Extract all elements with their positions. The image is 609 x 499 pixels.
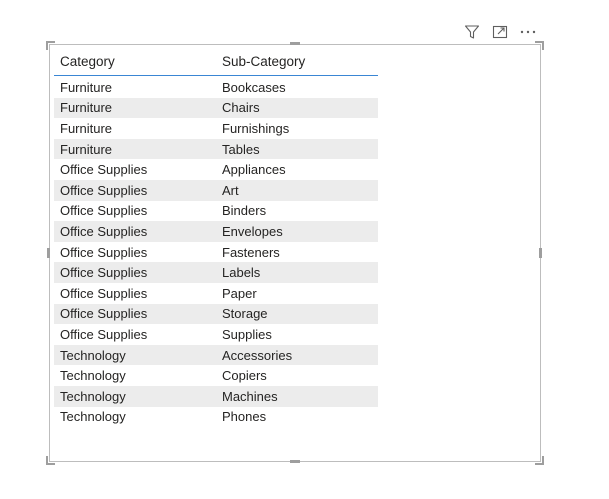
focus-mode-icon[interactable]: [490, 22, 510, 42]
data-table: Category Sub-Category Furniture Bookcases…: [54, 48, 378, 427]
table-row[interactable]: Office Supplies Binders: [54, 201, 378, 222]
filter-icon[interactable]: [462, 22, 482, 42]
table-row[interactable]: Office Supplies Supplies: [54, 324, 378, 345]
column-header-sub-category[interactable]: Sub-Category: [222, 54, 378, 69]
table-row[interactable]: Furniture Furnishings: [54, 118, 378, 139]
cell-category: Furniture: [60, 141, 113, 157]
cell-sub-category: Copiers: [222, 368, 267, 384]
table-row[interactable]: Furniture Tables: [54, 138, 378, 160]
visual-header: [460, 22, 542, 42]
cell-sub-category: Phones: [222, 409, 267, 425]
cell-category: Furniture: [60, 120, 113, 136]
cell-category: Technology: [60, 388, 126, 404]
table-row[interactable]: Office Supplies Envelopes: [54, 221, 378, 242]
more-options-icon[interactable]: [518, 22, 538, 42]
table-row[interactable]: Office Supplies Appliances: [54, 159, 378, 180]
cell-sub-category: Tables: [222, 141, 260, 157]
resize-handle-right[interactable]: [539, 248, 542, 258]
table-row[interactable]: Technology Machines: [54, 385, 378, 407]
cell-category: Office Supplies: [60, 223, 148, 239]
table-row[interactable]: Office Supplies Art: [54, 179, 378, 201]
cell-category: Technology: [60, 347, 126, 363]
table-row[interactable]: Furniture Chairs: [54, 97, 378, 119]
cell-sub-category: Chairs: [222, 100, 260, 116]
cell-sub-category: Accessories: [222, 347, 293, 363]
table-row[interactable]: Office Supplies Fasteners: [54, 242, 378, 263]
column-header-category[interactable]: Category: [54, 54, 222, 69]
table-body: Furniture Bookcases Furniture Chairs Furnitu…: [54, 77, 378, 427]
cell-sub-category: Binders: [222, 203, 267, 219]
cell-sub-category: Appliances: [222, 162, 286, 178]
cell-category: Furniture: [60, 100, 113, 116]
resize-handle-left[interactable]: [47, 248, 50, 258]
table-row[interactable]: Office Supplies Paper: [54, 283, 378, 304]
resize-handle-top[interactable]: [290, 42, 300, 45]
table-header-row: Category Sub-Category: [54, 48, 378, 76]
cell-category: Furniture: [60, 79, 113, 95]
cell-sub-category: Machines: [222, 388, 278, 404]
cell-sub-category: Labels: [222, 265, 261, 281]
table-row[interactable]: Technology Copiers: [54, 365, 378, 386]
table-row[interactable]: Technology Accessories: [54, 344, 378, 366]
cell-category: Technology: [60, 368, 126, 384]
resize-handle-top-right[interactable]: [534, 41, 544, 51]
cell-sub-category: Paper: [222, 285, 257, 301]
table-row[interactable]: Office Supplies Labels: [54, 262, 378, 283]
cell-category: Office Supplies: [60, 182, 148, 198]
cell-category: Office Supplies: [60, 265, 148, 281]
cell-category: Office Supplies: [60, 306, 148, 322]
cell-sub-category: Furnishings: [222, 120, 290, 136]
cell-category: Office Supplies: [60, 162, 148, 178]
cell-category: Office Supplies: [60, 244, 148, 260]
resize-handle-bottom-left[interactable]: [46, 455, 56, 465]
cell-sub-category: Bookcases: [222, 79, 286, 95]
cell-sub-category: Envelopes: [222, 223, 283, 239]
cell-sub-category: Art: [222, 182, 239, 198]
cell-category: Office Supplies: [60, 203, 148, 219]
cell-sub-category: Fasteners: [222, 244, 280, 260]
cell-sub-category: Storage: [222, 306, 268, 322]
table-row[interactable]: Furniture Bookcases: [54, 77, 378, 98]
cell-category: Office Supplies: [60, 326, 148, 342]
cell-sub-category: Supplies: [222, 326, 272, 342]
cell-category: Technology: [60, 409, 126, 425]
table-row[interactable]: Technology Phones: [54, 407, 378, 428]
cell-category: Office Supplies: [60, 285, 148, 301]
resize-handle-bottom-right[interactable]: [534, 455, 544, 465]
table-row[interactable]: Office Supplies Storage: [54, 303, 378, 325]
resize-handle-bottom[interactable]: [290, 460, 300, 463]
